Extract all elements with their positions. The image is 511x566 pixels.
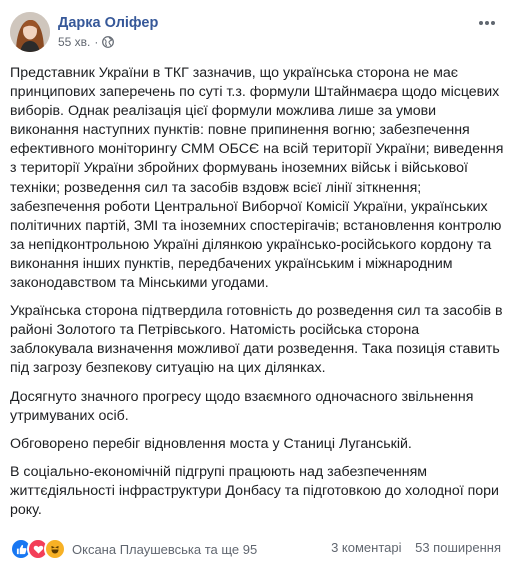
globe-icon <box>102 36 115 48</box>
post-header: Дарка Оліфер 55 хв. · <box>10 12 501 56</box>
haha-reaction-icon <box>44 538 66 560</box>
reactions-summary[interactable]: Оксана Плаушевська та ще 95 <box>10 538 257 560</box>
shares-count[interactable]: 53 поширення <box>415 540 501 555</box>
comments-count[interactable]: 3 коментарі <box>331 540 401 555</box>
post-meta: 55 хв. · <box>58 35 115 49</box>
post-paragraph: Українська сторона підтвердила готовніст… <box>10 303 503 377</box>
more-horizontal-icon[interactable] <box>477 16 497 30</box>
facebook-post: Дарка Оліфер 55 хв. · Представник Україн… <box>0 0 511 566</box>
post-paragraph: Представник України в ТКГ зазначив, що у… <box>10 65 504 292</box>
reaction-names[interactable]: Оксана Плаушевська та ще 95 <box>72 542 257 557</box>
avatar-photo <box>10 12 50 52</box>
post-footer: Оксана Плаушевська та ще 95 3 коментарі … <box>10 538 501 560</box>
post-body: Представник України в ТКГ зазначив, що у… <box>10 64 504 529</box>
meta-separator: · <box>94 35 99 49</box>
author-name[interactable]: Дарка Оліфер <box>58 15 158 31</box>
post-time[interactable]: 55 хв. <box>58 35 90 49</box>
avatar[interactable] <box>10 12 50 52</box>
post-paragraph: В соціально-економічній підгрупі працюют… <box>10 463 499 518</box>
post-stats: 3 коментарі 53 поширення <box>321 540 501 555</box>
post-paragraph: Досягнуто значного прогресу щодо взаємно… <box>10 388 474 424</box>
post-paragraph: Обговорено перебіг відновлення моста у С… <box>10 435 412 452</box>
